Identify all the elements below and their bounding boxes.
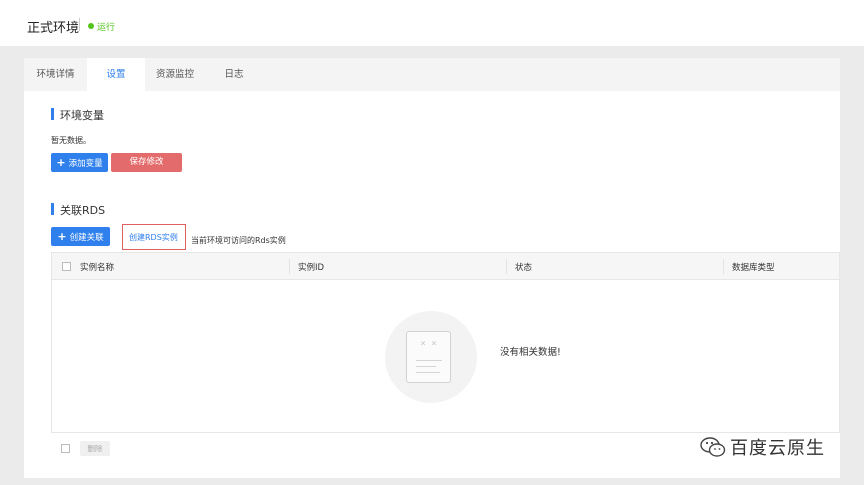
column-divider: [723, 259, 724, 274]
plus-icon: +: [57, 230, 67, 243]
tab-settings[interactable]: 设置: [87, 58, 145, 91]
env-vars-empty-text: 暂无数据。: [51, 136, 91, 145]
column-instance-id: 实例ID: [298, 263, 325, 273]
status-dot-icon: [88, 23, 94, 29]
rds-table: 实例名称 实例ID 状态 数据库类型 × × 没有相关数据!: [51, 252, 840, 433]
bulk-select-checkbox[interactable]: [61, 444, 70, 453]
table-header: 实例名称 实例ID 状态 数据库类型: [52, 253, 839, 280]
delete-button[interactable]: 删除: [80, 441, 110, 456]
watermark-text: 百度云原生: [730, 438, 825, 459]
environment-title: 正式环境: [27, 21, 80, 36]
create-rds-instance-link[interactable]: 创建RDS实例: [129, 232, 178, 243]
column-database-type: 数据库类型: [732, 263, 775, 273]
column-status: 状态: [515, 263, 533, 273]
env-vars-section-title: 环境变量: [51, 107, 104, 123]
save-changes-button[interactable]: 保存修改: [111, 153, 182, 172]
select-all-checkbox[interactable]: [62, 262, 71, 271]
status-text: 运行: [97, 23, 116, 33]
empty-state-message: 没有相关数据!: [500, 347, 561, 358]
column-instance-name: 实例名称: [80, 263, 115, 273]
add-variable-label: 添加变量: [68, 159, 103, 169]
wechat-icon: [700, 437, 726, 457]
rds-section-title: 关联RDS: [51, 202, 105, 218]
top-bar: 正式环境 运行: [0, 0, 864, 46]
settings-panel: 环境详情 设置 资源监控 日志 环境变量 暂无数据。 + 添加变量 保存修改 关联…: [24, 58, 840, 478]
tab-resource-monitoring[interactable]: 资源监控: [145, 58, 205, 91]
column-divider: [289, 259, 290, 274]
tab-bar: 环境详情 设置 资源监控 日志: [24, 58, 840, 91]
add-variable-button[interactable]: + 添加变量: [51, 153, 108, 172]
tab-environment-details[interactable]: 环境详情: [24, 58, 87, 91]
empty-document-icon: × ×: [406, 331, 451, 383]
title-divider: [79, 18, 80, 31]
create-association-button[interactable]: + 创建关联: [51, 227, 110, 246]
tab-logs[interactable]: 日志: [205, 58, 263, 91]
create-association-label: 创建关联: [69, 233, 104, 243]
plus-icon: +: [56, 156, 66, 169]
rds-hint-text: 当前环境可访问的Rds实例: [191, 236, 286, 245]
column-divider: [506, 259, 507, 274]
